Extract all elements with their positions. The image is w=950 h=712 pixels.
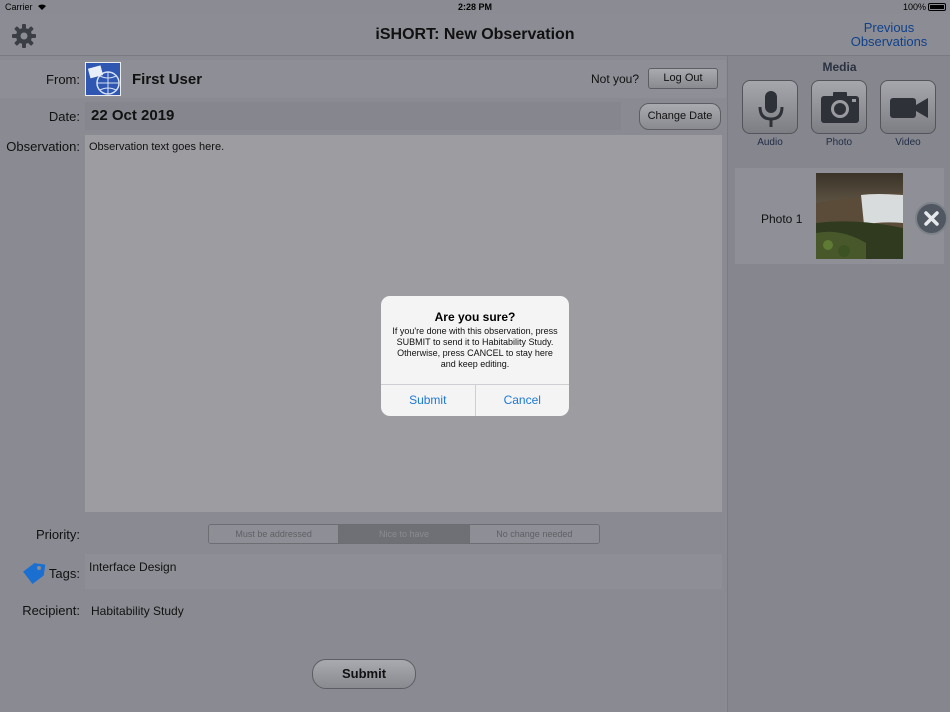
recipient-label: Recipient: [22,603,80,618]
page-title: iSHORT: New Observation [375,26,575,43]
dialog-cancel-button[interactable]: Cancel [476,385,570,416]
user-name: First User [132,71,203,88]
audio-button[interactable] [742,80,798,134]
submit-button[interactable]: Submit [312,659,416,689]
date-value: 22 Oct 2019 [91,107,175,124]
media-panel: Media Audio Photo Video Photo 1 [727,56,950,712]
dialog-submit-button[interactable]: Submit [381,385,476,416]
photo-thumbnail[interactable] [816,173,903,259]
recipient-value: Habitability Study [91,604,184,618]
battery-icon [928,3,946,11]
audio-label: Audio [757,137,783,148]
status-bar: Carrier 2:28 PM 100% [0,0,950,14]
video-camera-icon [890,98,928,118]
dialog-actions: Submit Cancel [381,384,569,416]
priority-option-no-change-needed[interactable]: No change needed [469,525,599,543]
dialog-message: If you're done with this observation, pr… [392,326,558,369]
avatar [85,62,121,96]
video-label: Video [895,137,921,148]
previous-label-line1: Previous [863,20,915,35]
change-date-button[interactable]: Change Date [639,103,721,130]
video-button[interactable] [880,80,936,134]
previous-observations-button[interactable]: Previous Observations [844,21,934,49]
close-icon [924,211,939,226]
priority-segmented-control: Must be addressed Nice to have No change… [208,524,600,544]
previous-label-line2: Observations [850,34,928,49]
log-out-button[interactable]: Log Out [648,68,718,89]
remove-photo-button[interactable] [915,202,948,235]
photo-button[interactable] [811,80,867,134]
tags-value: Interface Design [89,560,177,574]
date-label: Date: [48,109,80,124]
observation-label: Observation: [6,139,80,154]
microphone-icon [758,91,784,127]
status-time: 2:28 PM [457,2,492,12]
waterfall-photo [816,173,903,259]
avatar-image [86,63,120,95]
photo-label: Photo [825,137,853,148]
not-you-label: Not you? [591,72,640,86]
observation-form: From: First User Not you? Log Out Date: … [0,56,726,712]
media-item-label: Photo 1 [761,212,803,226]
tags-label: Tags: [48,566,80,581]
confirm-dialog: Are you sure? If you're done with this o… [381,296,569,416]
camera-icon [821,92,859,123]
priority-option-nice-to-have[interactable]: Nice to have [339,525,470,543]
dialog-title: Are you sure? [434,310,516,324]
priority-option-must-be-addressed[interactable]: Must be addressed [209,525,340,543]
tags-field[interactable] [85,554,722,589]
media-item[interactable]: Photo 1 [735,168,948,264]
observation-text: Observation text goes here. [89,141,225,153]
battery-percent: 100% [902,2,926,12]
priority-label: Priority: [35,527,80,542]
navigation-bar: iSHORT: New Observation Previous Observa… [0,14,950,56]
media-title: Media [822,60,857,74]
from-label: From: [46,72,80,87]
